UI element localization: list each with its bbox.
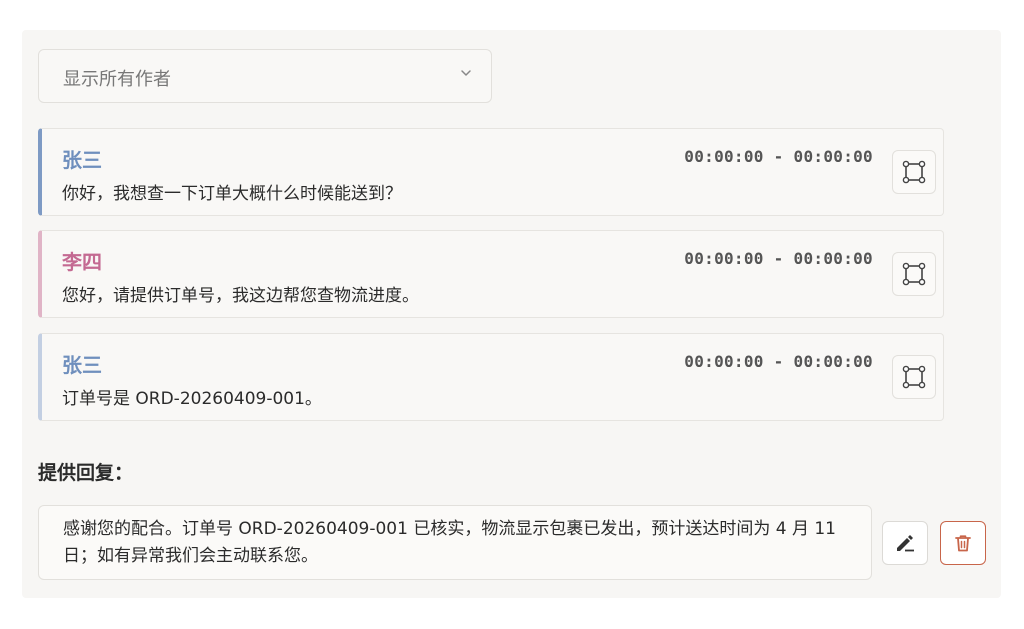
message-text: 你好，我想查一下订单大概什么时候能送到？ bbox=[62, 184, 402, 204]
reply-label: 提供回复： bbox=[38, 462, 134, 484]
message-speaker: 张三 bbox=[62, 353, 102, 377]
bounding-box-icon bbox=[902, 365, 926, 389]
delete-reply-button[interactable] bbox=[940, 521, 986, 565]
reply-text-box[interactable]: 感谢您的配合。订单号 ORD-20260409-001 已核实，物流显示包裹已发… bbox=[38, 505, 872, 580]
message-text: 订单号是 ORD-20260409-001。 bbox=[62, 389, 322, 409]
author-filter-select[interactable]: 显示所有作者 bbox=[38, 49, 492, 103]
select-region-button[interactable] bbox=[892, 355, 936, 399]
message-time-range: 00:00:00 - 00:00:00 bbox=[684, 352, 873, 371]
edit-reply-button[interactable] bbox=[882, 521, 928, 565]
conversation-panel: 显示所有作者 张三 00:00:00 - 00:00:00 你好，我想查一下订单… bbox=[22, 30, 1001, 598]
message-item: 张三 00:00:00 - 00:00:00 你好，我想查一下订单大概什么时候能… bbox=[38, 128, 944, 216]
message-speaker: 李四 bbox=[62, 250, 102, 274]
message-item: 李四 00:00:00 - 00:00:00 您好，请提供订单号，我这边帮您查物… bbox=[38, 230, 944, 318]
message-time-range: 00:00:00 - 00:00:00 bbox=[684, 249, 873, 268]
author-filter-label: 显示所有作者 bbox=[63, 69, 171, 90]
message-time-range: 00:00:00 - 00:00:00 bbox=[684, 147, 873, 166]
message-item: 张三 00:00:00 - 00:00:00 订单号是 ORD-20260409… bbox=[38, 333, 944, 421]
select-region-button[interactable] bbox=[892, 150, 936, 194]
pen-icon bbox=[897, 535, 914, 552]
chevron-down-icon bbox=[461, 70, 471, 76]
bounding-box-icon bbox=[902, 160, 926, 184]
trash-icon bbox=[955, 535, 971, 552]
bounding-box-icon bbox=[902, 262, 926, 286]
message-speaker: 张三 bbox=[62, 148, 102, 172]
message-text: 您好，请提供订单号，我这边帮您查物流进度。 bbox=[62, 286, 419, 306]
select-region-button[interactable] bbox=[892, 252, 936, 296]
